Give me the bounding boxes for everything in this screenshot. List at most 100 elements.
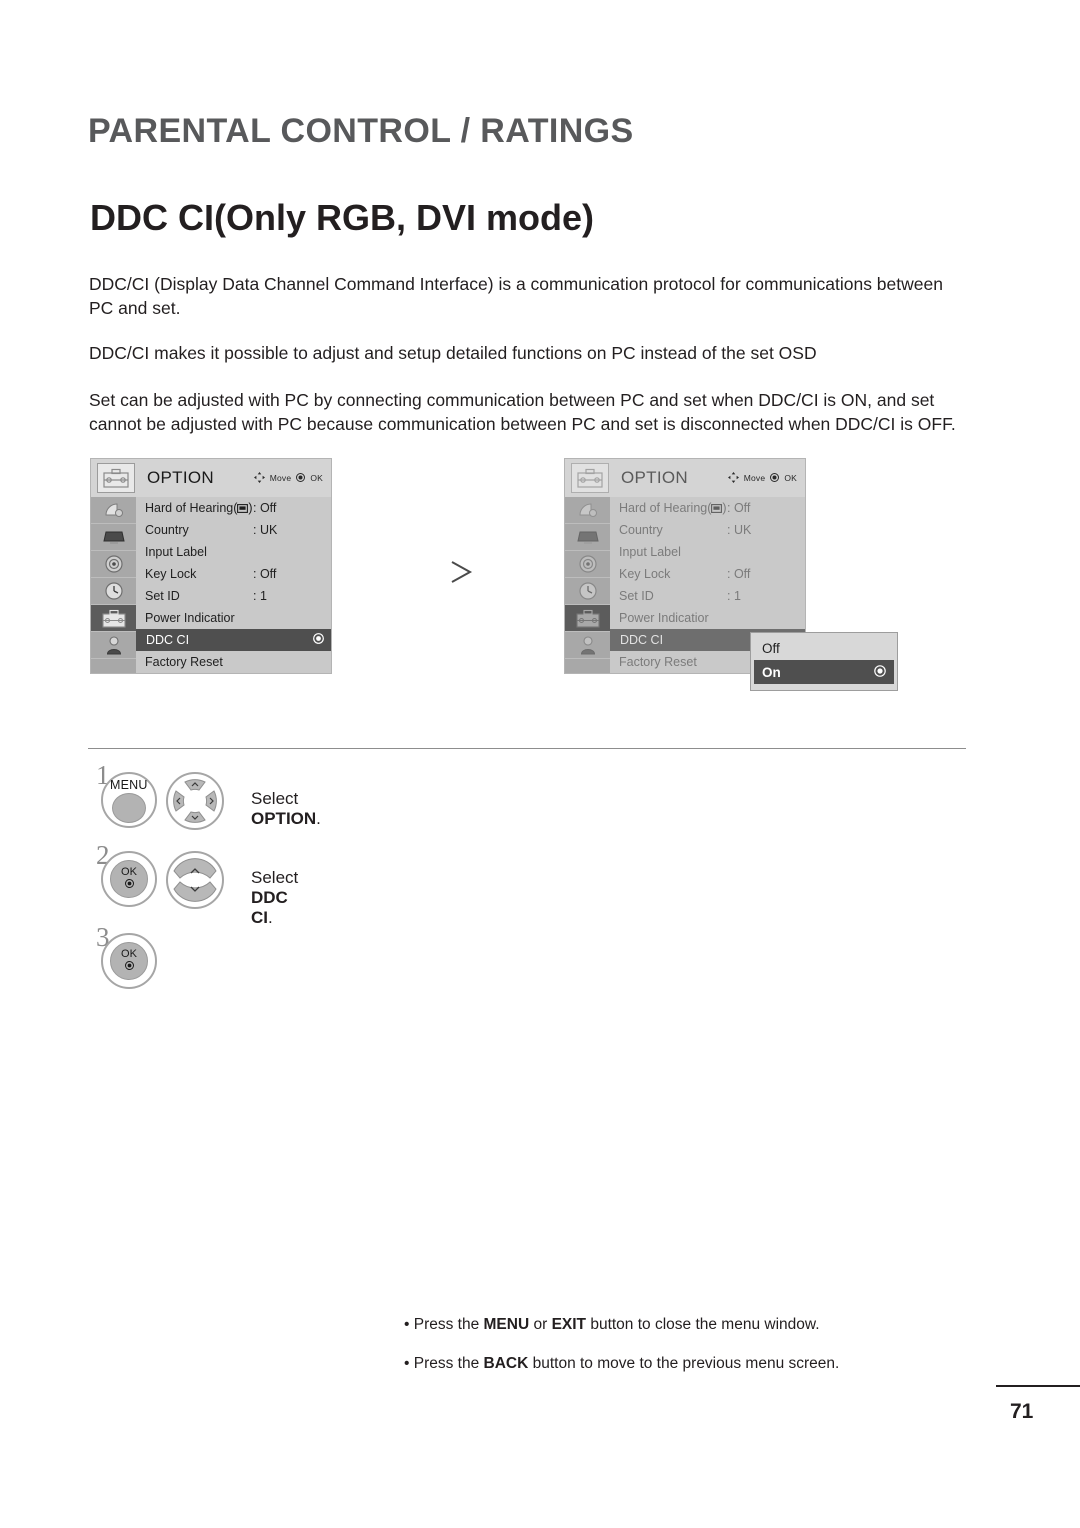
menu-row-value: : UK [727,523,752,537]
menu-row-value: : UK [253,523,278,537]
dropdown-option-label: Off [762,640,780,656]
menu-row-label: Input Label [619,545,681,559]
osd-hints: Move OK [727,471,797,485]
menu-row-label: Power Indicatior [619,611,709,625]
move-dpad-icon [727,471,739,485]
menu-row-label: Country [145,523,189,537]
sidebar-item-audio[interactable] [565,524,610,551]
sidebar-item-time[interactable] [91,578,136,605]
ddc-ci-dropdown: Off On [750,632,898,691]
dropdown-option-label: On [762,664,781,680]
section-divider [88,748,966,749]
dpad-icon[interactable] [170,776,220,826]
sidebar-item-sound[interactable] [565,551,610,578]
menu-row-value: : Off [727,567,751,581]
menu-row-label: DDC CI [620,633,664,647]
sidebar-item-lock[interactable] [565,632,610,659]
note-exit-key: EXIT [551,1316,587,1333]
menu-row-label: Power Indicatior [145,611,235,625]
hint-ok-label: OK [784,473,797,483]
footer-divider [996,1385,1080,1387]
menu-row-label: DDC CI [146,633,190,647]
menu-row-country[interactable]: Country : UK [610,519,805,541]
menu-row-hard-of-hearing[interactable]: Hard of Hearing( ) : Off [610,497,805,519]
sidebar-item-sound[interactable] [91,551,136,578]
menu-row-label: Key Lock [619,567,671,581]
note-menu-key: MENU [483,1316,530,1333]
hint-move-label: Move [743,473,766,483]
intro-paragraph: DDC/CI (Display Data Channel Command Int… [89,274,943,318]
osd-hints: Move OK [253,471,323,485]
menu-row-label: Input Label [145,545,207,559]
sidebar-item-picture[interactable] [565,497,610,524]
step-1-bold: OPTION [251,809,317,828]
closed-caption-icon [711,502,723,516]
menu-row-label: Country [619,523,663,537]
behaviour-paragraph: Set can be adjusted with PC by connectin… [89,390,956,434]
note-menu-exit: • Press the MENU or EXIT button to close… [404,1316,820,1333]
menu-row-set-id[interactable]: Set ID : 1 [610,585,805,607]
sidebar-item-picture[interactable] [91,497,136,524]
menu-row-set-id[interactable]: Set ID : 1 [136,585,331,607]
osd-rail [565,497,610,673]
up-down-arrows-icon[interactable] [170,855,220,905]
menu-row-value: : Off [253,567,277,581]
osd-header: OPTION Move OK [565,459,805,497]
menu-row-value: : 1 [253,589,267,603]
menu-row-ddc-ci[interactable]: DDC CI [136,629,331,651]
closed-caption-icon [237,502,249,516]
menu-button-core[interactable] [112,793,146,823]
menu-row-power-indicator[interactable]: Power Indicatior [610,607,805,629]
sidebar-item-audio[interactable] [91,524,136,551]
sidebar-item-option[interactable] [565,605,610,632]
toolbox-icon [571,463,609,493]
menu-button-label: MENU [110,778,148,792]
osd-title: OPTION [147,468,214,487]
ok-button-label: OK [121,947,137,960]
sidebar-item-time[interactable] [565,578,610,605]
menu-row-power-indicator[interactable]: Power Indicatior [136,607,331,629]
menu-row-input-label[interactable]: Input Label [136,541,331,563]
menu-row-factory-reset[interactable]: Factory Reset [136,651,331,673]
menu-row-label: Factory Reset [145,655,223,669]
ok-button-label: OK [121,865,137,878]
menu-row-label: Factory Reset [619,655,697,669]
menu-row-input-label[interactable]: Input Label [610,541,805,563]
move-dpad-icon [253,471,265,485]
note-back-key: BACK [483,1355,529,1372]
sidebar-item-option[interactable] [91,605,136,632]
menu-row-label: Set ID [619,589,654,603]
page-number: 71 [1010,1400,1034,1423]
osd-rail [91,497,136,673]
ok-button[interactable]: OK [110,942,148,980]
menu-row-key-lock[interactable]: Key Lock : Off [610,563,805,585]
sidebar-item-lock[interactable] [91,632,136,659]
ok-radio-icon [874,664,886,680]
osd-header: OPTION Move OK [91,459,331,497]
ok-radio-icon [124,960,134,974]
menu-row-label: Set ID [145,589,180,603]
osd-title: OPTION [621,468,688,487]
menu-row-value: : 1 [727,589,741,603]
menu-row-value: : Off [253,501,277,515]
ok-radio-icon [124,878,134,892]
step-2-text: Select DDC CI. [251,868,299,927]
dropdown-option-off[interactable]: Off [754,636,894,660]
capability-paragraph: DDC/CI makes it possible to adjust and s… [89,343,817,363]
osd-panel-before: OPTION Move OK Hard of Hearing(): Off … [90,458,332,674]
flow-arrow-icon [446,556,480,588]
hint-move-label: Move [269,473,292,483]
ok-radio-icon [296,472,306,484]
ok-radio-icon [770,472,780,484]
note-back: • Press the BACK button to move to the p… [404,1355,840,1372]
menu-row-key-lock[interactable]: Key Lock : Off [136,563,331,585]
osd-body: Hard of Hearing( ) : Off Country : UK In… [91,497,331,673]
menu-row-value: : Off [727,501,751,515]
toolbox-icon [97,463,135,493]
menu-row-hard-of-hearing[interactable]: Hard of Hearing( ) : Off [136,497,331,519]
step-1-text: Select OPTION. [251,789,321,828]
dropdown-option-on[interactable]: On [754,660,894,684]
menu-row-country[interactable]: Country : UK [136,519,331,541]
osd-menu-list: Hard of Hearing( ) : Off Country : UK In… [136,497,331,673]
ok-button[interactable]: OK [110,860,148,898]
